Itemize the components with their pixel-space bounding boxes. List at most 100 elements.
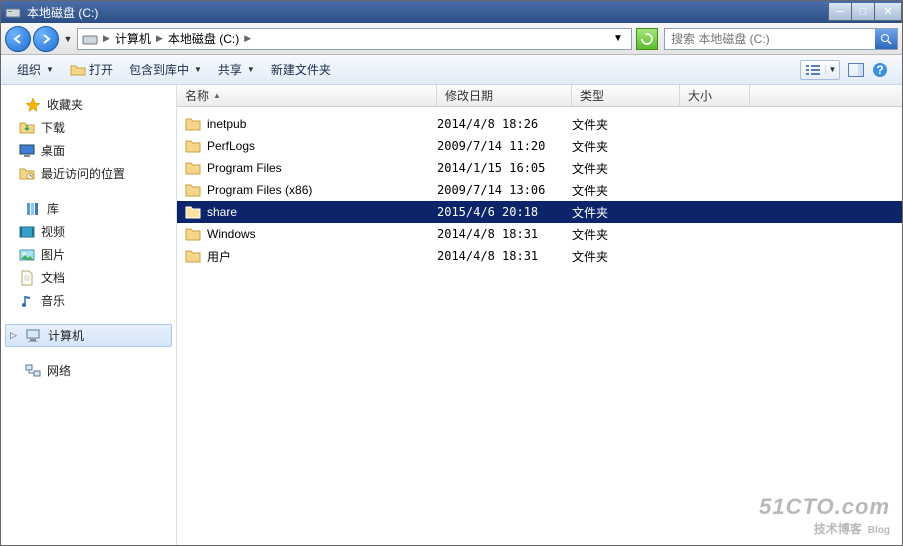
preview-pane-icon[interactable] bbox=[848, 63, 864, 77]
organize-button[interactable]: 组织▼ bbox=[11, 58, 60, 81]
file-name: share bbox=[207, 205, 237, 219]
folder-icon bbox=[185, 205, 201, 219]
include-library-button[interactable]: 包含到库中▼ bbox=[123, 58, 208, 81]
file-type: 文件夹 bbox=[572, 138, 680, 155]
star-icon bbox=[25, 97, 41, 113]
close-button[interactable]: ✕ bbox=[874, 3, 902, 21]
favorites-root[interactable]: 收藏夹 bbox=[5, 93, 172, 116]
col-name[interactable]: 名称▲ bbox=[177, 85, 437, 106]
navigation-tree: 收藏夹 下载 桌面 最近访问的位置 bbox=[1, 85, 177, 545]
folder-icon bbox=[185, 117, 201, 131]
search-box bbox=[664, 28, 898, 50]
tree-item-desktop[interactable]: 桌面 bbox=[5, 139, 172, 162]
tree-item-recent[interactable]: 最近访问的位置 bbox=[5, 162, 172, 185]
explorer-window: 本地磁盘 (C:) ─ □ ✕ ▼ ▶ 计算机 ▶ 本地磁盘 (C:) ▶ ▼ bbox=[0, 0, 903, 546]
forward-button[interactable] bbox=[33, 26, 59, 52]
minimize-button[interactable]: ─ bbox=[828, 3, 852, 21]
search-input[interactable] bbox=[665, 32, 875, 46]
file-name: Program Files bbox=[207, 161, 282, 175]
file-type: 文件夹 bbox=[572, 248, 680, 265]
body-pane: 收藏夹 下载 桌面 最近访问的位置 bbox=[1, 85, 902, 545]
new-folder-button[interactable]: 新建文件夹 bbox=[265, 58, 337, 81]
view-list-icon bbox=[801, 64, 825, 76]
view-mode-button[interactable]: ▼ bbox=[800, 60, 840, 80]
chevron-right-icon: ▷ bbox=[10, 330, 20, 341]
history-dropdown[interactable]: ▼ bbox=[61, 34, 75, 44]
file-name: PerfLogs bbox=[207, 139, 255, 153]
file-rows: inetpub2014/4/8 18:26文件夹PerfLogs2009/7/1… bbox=[177, 107, 902, 545]
search-button[interactable] bbox=[875, 29, 897, 49]
file-date: 2014/4/8 18:26 bbox=[437, 117, 572, 131]
file-name: inetpub bbox=[207, 117, 246, 131]
window-title: 本地磁盘 (C:) bbox=[27, 4, 829, 21]
maximize-button[interactable]: □ bbox=[851, 3, 875, 21]
file-list-pane: 名称▲ 修改日期 类型 大小 inetpub2014/4/8 18:26文件夹P… bbox=[177, 85, 902, 545]
table-row[interactable]: Windows 2014/4/8 18:31文件夹 bbox=[177, 223, 902, 245]
toolbar: 组织▼ 打开 包含到库中▼ 共享▼ 新建文件夹 ▼ ? bbox=[1, 55, 902, 85]
navigation-bar: ▼ ▶ 计算机 ▶ 本地磁盘 (C:) ▶ ▼ bbox=[1, 23, 902, 55]
breadcrumb-dropdown-icon[interactable]: ▼ bbox=[609, 33, 627, 44]
folder-icon bbox=[185, 183, 201, 197]
computer-root[interactable]: ▷ 计算机 bbox=[5, 324, 172, 347]
drive-icon bbox=[82, 31, 98, 47]
breadcrumb-item[interactable]: 本地磁盘 (C:) bbox=[168, 30, 239, 47]
share-button[interactable]: 共享▼ bbox=[212, 58, 261, 81]
tree-item-music[interactable]: 音乐 bbox=[5, 289, 172, 312]
computer-icon bbox=[26, 328, 42, 344]
file-date: 2014/4/8 18:31 bbox=[437, 227, 572, 241]
network-icon bbox=[25, 363, 41, 379]
col-size[interactable]: 大小 bbox=[680, 85, 750, 106]
breadcrumb-item[interactable]: 计算机 bbox=[115, 30, 151, 47]
table-row[interactable]: Program Files (x86)2009/7/14 13:06文件夹 bbox=[177, 179, 902, 201]
window-buttons: ─ □ ✕ bbox=[829, 3, 902, 21]
file-date: 2014/1/15 16:05 bbox=[437, 161, 572, 175]
sort-asc-icon: ▲ bbox=[213, 91, 221, 100]
breadcrumb-sep-icon[interactable]: ▶ bbox=[241, 33, 254, 44]
column-headers: 名称▲ 修改日期 类型 大小 bbox=[177, 85, 902, 107]
file-type: 文件夹 bbox=[572, 160, 680, 177]
svg-text:?: ? bbox=[876, 63, 883, 77]
folder-icon bbox=[185, 139, 201, 153]
back-button[interactable] bbox=[5, 26, 31, 52]
breadcrumb[interactable]: ▶ 计算机 ▶ 本地磁盘 (C:) ▶ ▼ bbox=[77, 28, 632, 50]
file-name: Program Files (x86) bbox=[207, 183, 312, 197]
breadcrumb-sep-icon[interactable]: ▶ bbox=[153, 33, 166, 44]
file-type: 文件夹 bbox=[572, 226, 680, 243]
chevron-down-icon[interactable]: ▼ bbox=[825, 65, 839, 74]
drive-icon bbox=[5, 4, 21, 20]
file-type: 文件夹 bbox=[572, 116, 680, 133]
library-icon bbox=[25, 201, 41, 217]
tree-item-downloads[interactable]: 下载 bbox=[5, 116, 172, 139]
tree-item-pictures[interactable]: 图片 bbox=[5, 243, 172, 266]
table-row[interactable]: PerfLogs2009/7/14 11:20文件夹 bbox=[177, 135, 902, 157]
search-icon bbox=[880, 33, 892, 45]
open-button[interactable]: 打开 bbox=[64, 58, 119, 81]
help-icon[interactable]: ? bbox=[872, 62, 888, 78]
table-row[interactable]: 用户2014/4/8 18:31文件夹 bbox=[177, 245, 902, 267]
col-date[interactable]: 修改日期 bbox=[437, 85, 572, 106]
chevron-down-icon: ▼ bbox=[46, 65, 54, 74]
tree-item-videos[interactable]: 视频 bbox=[5, 220, 172, 243]
table-row[interactable]: share2015/4/6 20:18文件夹 bbox=[177, 201, 902, 223]
folder-icon bbox=[185, 227, 201, 241]
breadcrumb-sep-icon[interactable]: ▶ bbox=[100, 33, 113, 44]
desktop-icon bbox=[19, 143, 35, 159]
table-row[interactable]: inetpub 2014/4/8 18:26文件夹 bbox=[177, 113, 902, 135]
open-folder-icon bbox=[70, 63, 86, 77]
file-type: 文件夹 bbox=[572, 182, 680, 199]
download-icon bbox=[19, 120, 35, 136]
refresh-button[interactable] bbox=[636, 28, 658, 50]
table-row[interactable]: Program Files 2014/1/15 16:05文件夹 bbox=[177, 157, 902, 179]
file-name: Windows bbox=[207, 227, 256, 241]
recent-icon bbox=[19, 166, 35, 182]
libraries-root[interactable]: 库 bbox=[5, 197, 172, 220]
network-root[interactable]: 网络 bbox=[5, 359, 172, 382]
folder-icon bbox=[185, 249, 201, 263]
file-type: 文件夹 bbox=[572, 204, 680, 221]
tree-item-documents[interactable]: 文档 bbox=[5, 266, 172, 289]
col-type[interactable]: 类型 bbox=[572, 85, 680, 106]
music-icon bbox=[19, 293, 35, 309]
folder-icon bbox=[185, 161, 201, 175]
picture-icon bbox=[19, 247, 35, 263]
document-icon bbox=[19, 270, 35, 286]
